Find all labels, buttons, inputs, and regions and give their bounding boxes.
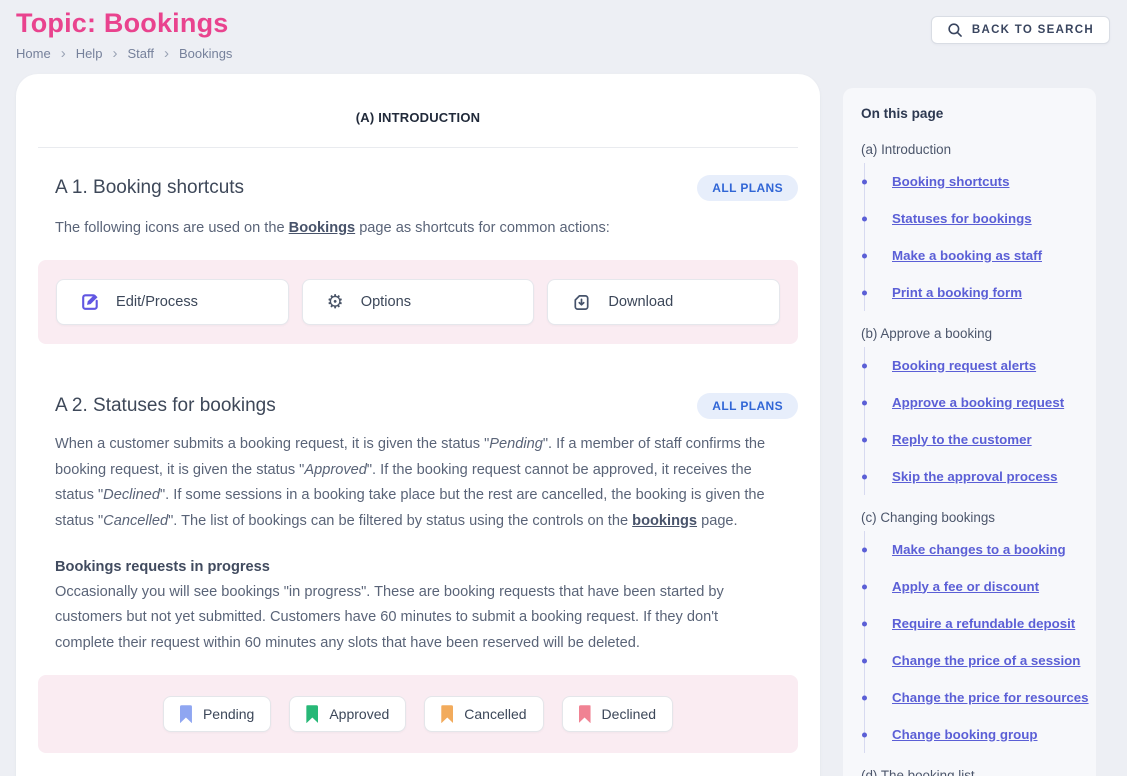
download-button[interactable]: Download: [547, 279, 780, 325]
shortcut-icons-panel: Edit/Process ⚙ Options Download: [38, 260, 798, 344]
bookmark-icon: [306, 705, 318, 723]
edit-icon: [81, 293, 99, 311]
list-item: Require a refundable deposit: [865, 605, 1078, 642]
bookmark-icon: [441, 705, 453, 723]
toc-group-list: Booking shortcuts Statuses for bookings …: [864, 163, 1078, 311]
toc-group-list: Make changes to a booking Apply a fee or…: [864, 531, 1078, 753]
status-chip-approved: Approved: [289, 696, 406, 732]
toc-link-apply-a-fee-or-discount[interactable]: Apply a fee or discount: [892, 579, 1039, 594]
status-chip-cancelled: Cancelled: [424, 696, 543, 732]
toc-link-print-a-booking-form[interactable]: Print a booking form: [892, 285, 1022, 300]
list-item: Approve a booking request: [865, 384, 1078, 421]
divider: [38, 147, 798, 148]
status-text: ". The list of bookings can be filtered …: [168, 513, 632, 529]
on-this-page-panel: On this page (a) Introduction Booking sh…: [843, 88, 1096, 776]
content-card: (A) INTRODUCTION A 1. Booking shortcuts …: [16, 74, 820, 776]
section-booking-shortcuts: A 1. Booking shortcuts ALL PLANS The fol…: [38, 175, 798, 344]
page-title: Topic: Bookings: [16, 8, 229, 39]
breadcrumb-bookings: Bookings: [179, 46, 232, 61]
breadcrumb-separator: ›: [61, 46, 66, 61]
toc-link-reply-to-the-customer[interactable]: Reply to the customer: [892, 432, 1032, 447]
back-to-search-label: BACK TO SEARCH: [972, 24, 1094, 36]
all-plans-badge: ALL PLANS: [697, 175, 798, 201]
toc-link-booking-shortcuts[interactable]: Booking shortcuts: [892, 174, 1009, 189]
toc-link-make-a-booking-as-staff[interactable]: Make a booking as staff: [892, 248, 1042, 263]
breadcrumb-home[interactable]: Home: [16, 46, 51, 61]
options-button[interactable]: ⚙ Options: [302, 279, 535, 325]
list-item: Change booking group: [865, 716, 1078, 753]
toc-group-label: (a) Introduction: [861, 142, 1078, 157]
toc-link-approve-a-booking-request[interactable]: Approve a booking request: [892, 395, 1064, 410]
list-item: Make a booking as staff: [865, 237, 1078, 274]
toc-link-change-booking-group[interactable]: Change booking group: [892, 727, 1038, 742]
shortcut-label: Edit/Process: [116, 294, 198, 310]
status-word-approved: Approved: [304, 462, 366, 478]
toc-link-make-changes-to-a-booking[interactable]: Make changes to a booking: [892, 542, 1066, 557]
in-progress-paragraph: Occasionally you will see bookings "in p…: [55, 580, 781, 656]
status-label: Declined: [602, 706, 656, 722]
bookings-page-link[interactable]: Bookings: [289, 220, 355, 236]
status-label: Cancelled: [464, 706, 526, 722]
breadcrumb-staff[interactable]: Staff: [127, 46, 154, 61]
toc-link-change-the-price-of-a-session[interactable]: Change the price of a session: [892, 653, 1080, 668]
list-item: Change the price for resources: [865, 679, 1078, 716]
breadcrumb-help[interactable]: Help: [76, 46, 103, 61]
toc-link-require-a-refundable-deposit[interactable]: Require a refundable deposit: [892, 616, 1075, 631]
list-item: Statuses for bookings: [865, 200, 1078, 237]
breadcrumb-separator: ›: [112, 46, 117, 61]
toc-link-skip-the-approval-process[interactable]: Skip the approval process: [892, 469, 1058, 484]
toc-title: On this page: [861, 106, 1078, 121]
intro-text: The following icons are used on the: [55, 220, 289, 236]
section-kicker: (A) INTRODUCTION: [38, 110, 798, 125]
status-word-pending: Pending: [489, 436, 543, 452]
toc-link-booking-request-alerts[interactable]: Booking request alerts: [892, 358, 1036, 373]
intro-text: page as shortcuts for common actions:: [355, 220, 610, 236]
intro-paragraph: The following icons are used on the Book…: [55, 216, 781, 241]
status-label: Approved: [329, 706, 389, 722]
list-item: Print a booking form: [865, 274, 1078, 311]
toc-link-statuses-for-bookings[interactable]: Statuses for bookings: [892, 211, 1032, 226]
status-chip-declined: Declined: [562, 696, 673, 732]
status-examples-panel: Pending Approved Cancelled Declined: [38, 675, 798, 753]
status-word-cancelled: Cancelled: [103, 513, 168, 529]
bookmark-icon: [180, 705, 192, 723]
in-progress-subheading: Bookings requests in progress: [55, 559, 781, 575]
search-icon: [947, 22, 963, 38]
download-icon: [572, 293, 591, 312]
bookings-page-link[interactable]: bookings: [632, 513, 697, 529]
list-item: Change the price of a session: [865, 642, 1078, 679]
toc-group-list: Booking request alerts Approve a booking…: [864, 347, 1078, 495]
section-statuses-for-bookings: A 2. Statuses for bookings ALL PLANS Whe…: [38, 393, 798, 753]
toc-group-label: (d) The booking list: [861, 768, 1078, 776]
bookmark-icon: [579, 705, 591, 723]
status-chip-pending: Pending: [163, 696, 271, 732]
list-item: Booking shortcuts: [865, 163, 1078, 200]
list-item: Booking request alerts: [865, 347, 1078, 384]
statuses-paragraph: When a customer submits a booking reques…: [55, 432, 781, 534]
list-item: Reply to the customer: [865, 421, 1078, 458]
edit-process-button[interactable]: Edit/Process: [56, 279, 289, 325]
breadcrumb: Home › Help › Staff › Bookings: [16, 46, 232, 61]
shortcut-label: Download: [608, 294, 673, 310]
list-item: Apply a fee or discount: [865, 568, 1078, 605]
breadcrumb-separator: ›: [164, 46, 169, 61]
section-title: A 1. Booking shortcuts: [55, 177, 244, 199]
status-label: Pending: [203, 706, 254, 722]
status-text: page.: [697, 513, 738, 529]
status-text: When a customer submits a booking reques…: [55, 436, 489, 452]
toc-link-change-the-price-for-resources[interactable]: Change the price for resources: [892, 690, 1089, 705]
gear-icon: ⚙: [327, 293, 344, 312]
toc-group-label: (c) Changing bookings: [861, 510, 1078, 525]
list-item: Make changes to a booking: [865, 531, 1078, 568]
shortcut-label: Options: [361, 294, 411, 310]
all-plans-badge: ALL PLANS: [697, 393, 798, 419]
section-title: A 2. Statuses for bookings: [55, 395, 276, 417]
status-word-declined: Declined: [103, 487, 160, 503]
list-item: Skip the approval process: [865, 458, 1078, 495]
back-to-search-button[interactable]: BACK TO SEARCH: [931, 16, 1110, 44]
toc-group-label: (b) Approve a booking: [861, 326, 1078, 341]
